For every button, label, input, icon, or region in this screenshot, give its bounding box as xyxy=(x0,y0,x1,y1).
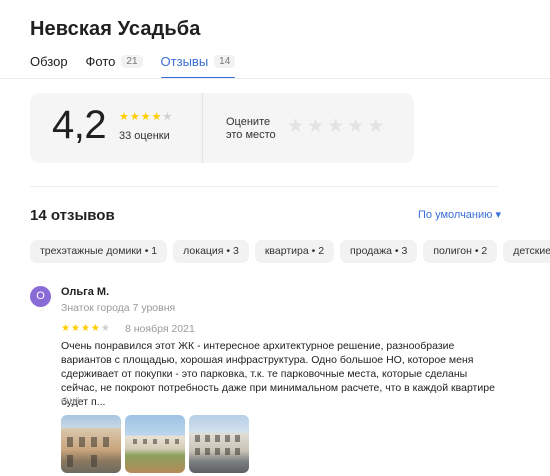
rating-score: 4,2 xyxy=(52,103,107,147)
review-photo[interactable] xyxy=(125,415,185,473)
rating-count: 33 оценки xyxy=(119,130,170,142)
tab-overview[interactable]: Обзор xyxy=(30,52,68,70)
aspect-chips: трехэтажные домики • 1 локация • 3 квартир… xyxy=(30,240,550,264)
aspect-chip[interactable]: продажа • 3 xyxy=(340,240,418,263)
star-filled-icon: ★ xyxy=(129,111,140,123)
review-photo[interactable] xyxy=(189,415,249,473)
aspect-chip[interactable]: детские пло xyxy=(503,240,550,263)
rate-prompt: Оцените это место xyxy=(226,116,276,141)
rate-star-3-icon[interactable]: ★ xyxy=(327,117,344,136)
rating-card: 4,2 ★ ★ ★ ★ ★ 33 оценки Оцените это мест… xyxy=(30,93,414,163)
review-stars: ★ ★ ★ ★ ★ xyxy=(61,324,110,334)
star-filled-icon: ★ xyxy=(80,323,90,334)
review-author[interactable]: Ольга М. xyxy=(61,286,109,298)
rating-stars: ★ ★ ★ ★ ★ xyxy=(119,112,172,123)
star-filled-icon: ★ xyxy=(140,111,151,123)
star-filled-icon: ★ xyxy=(151,111,162,123)
star-filled-icon: ★ xyxy=(90,323,100,334)
review-more-link[interactable]: ещё xyxy=(61,396,80,407)
tab-reviews-count: 14 xyxy=(214,54,236,68)
author-level: Знаток города 7 уровня xyxy=(61,302,176,314)
rate-star-1-icon[interactable]: ★ xyxy=(287,117,304,136)
star-filled-icon: ★ xyxy=(119,111,129,123)
aspect-chip[interactable]: трехэтажные домики • 1 xyxy=(30,240,168,263)
rating-divider xyxy=(202,93,203,163)
star-empty-icon: ★ xyxy=(162,111,173,123)
tab-photos-label: Фото xyxy=(85,53,116,69)
rate-star-5-icon[interactable]: ★ xyxy=(367,117,384,136)
avatar[interactable]: О xyxy=(30,286,51,307)
review-text: Очень понравился этот ЖК - интересное ар… xyxy=(61,340,495,408)
star-filled-icon: ★ xyxy=(70,323,80,334)
reviews-count-heading: 14 отзывов xyxy=(30,207,115,224)
aspect-chip[interactable]: квартира • 2 xyxy=(254,240,335,263)
review-photo[interactable] xyxy=(61,415,121,473)
tab-reviews-label: Отзывы xyxy=(160,53,209,69)
rate-star-2-icon[interactable]: ★ xyxy=(307,117,324,136)
tabs-bar: Обзор Фото 21 Отзывы 14 xyxy=(30,52,253,79)
rate-star-4-icon[interactable]: ★ xyxy=(347,117,364,136)
tab-photos-count: 21 xyxy=(121,54,143,68)
section-divider xyxy=(30,186,498,187)
place-title: Невская Усадьба xyxy=(30,18,201,40)
tab-reviews[interactable]: Отзывы 14 xyxy=(160,52,236,79)
review-date: 8 ноября 2021 xyxy=(125,323,195,335)
aspect-chip[interactable]: полигон • 2 xyxy=(423,240,498,263)
sort-dropdown[interactable]: По умолчанию ▾ xyxy=(418,208,501,221)
star-empty-icon: ★ xyxy=(100,323,110,334)
rate-stars-input: ★ ★ ★ ★ ★ xyxy=(287,117,384,136)
aspect-chip[interactable]: локация • 3 xyxy=(173,240,249,263)
star-filled-icon: ★ xyxy=(61,323,70,334)
tab-overview-label: Обзор xyxy=(30,53,68,69)
tab-photos[interactable]: Фото 21 xyxy=(86,52,143,70)
tabs-divider xyxy=(0,78,550,79)
